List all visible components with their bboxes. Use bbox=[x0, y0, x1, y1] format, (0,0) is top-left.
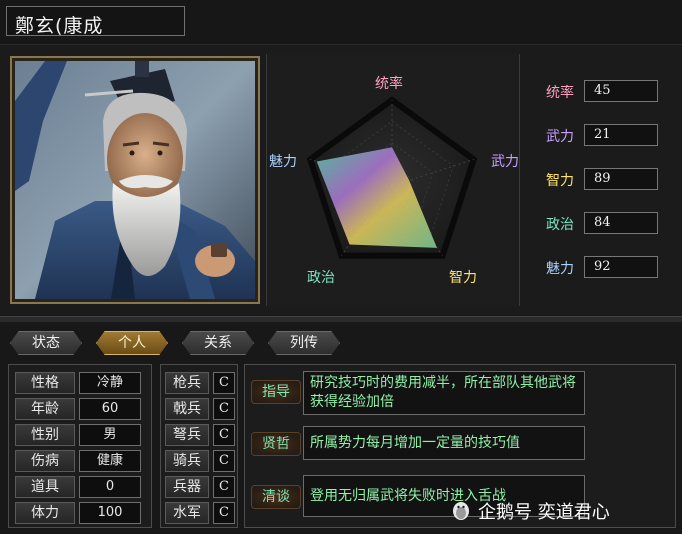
stat-label-leadership: 统率 bbox=[546, 85, 574, 101]
stat-value-leadership: 45 bbox=[584, 80, 658, 102]
personality-value: 冷静 bbox=[79, 372, 141, 394]
personal-info-box: 性格 冷静 年龄 60 性别 男 伤病 健康 道具 0 体力 100 bbox=[8, 364, 152, 528]
penguin-icon bbox=[453, 502, 469, 520]
tab-biography[interactable]: 列传 bbox=[268, 331, 340, 355]
skill-description: 所属势力每月增加一定量的技巧值 bbox=[303, 426, 585, 460]
injury-value: 健康 bbox=[79, 450, 141, 472]
gender-label: 性别 bbox=[15, 424, 75, 446]
age-value: 60 bbox=[79, 398, 141, 420]
navy-grade: C bbox=[213, 502, 235, 524]
items-value: 0 bbox=[79, 476, 141, 498]
personal-row: 年龄 60 bbox=[15, 398, 145, 420]
troop-row: 戟兵 C bbox=[165, 398, 235, 420]
stat-row-leadership: 统率 45 bbox=[528, 80, 676, 104]
gender-value: 男 bbox=[79, 424, 141, 446]
stamina-value: 100 bbox=[79, 502, 141, 524]
title-bar: 鄭玄(康成 bbox=[0, 0, 682, 45]
stat-value-charm: 92 bbox=[584, 256, 658, 278]
stat-row-war: 武力 21 bbox=[528, 124, 676, 148]
stat-value-war: 21 bbox=[584, 124, 658, 146]
troop-row: 兵器 C bbox=[165, 476, 235, 498]
troop-row: 骑兵 C bbox=[165, 450, 235, 472]
attribute-radar: 统率 武力 智力 政治 魅力 bbox=[266, 54, 520, 306]
items-label: 道具 bbox=[15, 476, 75, 498]
tab-personal[interactable]: 个人 bbox=[96, 331, 168, 355]
stat-row-charm: 魅力 92 bbox=[528, 256, 676, 280]
personal-row: 性格 冷静 bbox=[15, 372, 145, 394]
crossbow-label: 弩兵 bbox=[165, 424, 209, 446]
portrait-frame bbox=[10, 56, 260, 304]
troop-row: 枪兵 C bbox=[165, 372, 235, 394]
stat-label-charm: 魅力 bbox=[546, 261, 574, 277]
siege-grade: C bbox=[213, 476, 235, 498]
character-name: 鄭玄(康成 bbox=[15, 15, 104, 37]
watermark: 企鹅号 奕道君心 bbox=[450, 495, 680, 525]
stat-label-politics: 政治 bbox=[546, 217, 574, 233]
spear-grade: C bbox=[213, 372, 235, 394]
siege-label: 兵器 bbox=[165, 476, 209, 498]
skill-description: 研究技巧时的费用减半，所在部队其他武将获得经验加倍 bbox=[303, 371, 585, 415]
stat-value-intelligence: 89 bbox=[584, 168, 658, 190]
stat-value-politics: 84 bbox=[584, 212, 658, 234]
personality-label: 性格 bbox=[15, 372, 75, 394]
halberd-grade: C bbox=[213, 398, 235, 420]
personal-row: 性别 男 bbox=[15, 424, 145, 446]
stat-row-politics: 政治 84 bbox=[528, 212, 676, 236]
stat-label-war: 武力 bbox=[546, 129, 574, 145]
spear-label: 枪兵 bbox=[165, 372, 209, 394]
character-portrait bbox=[15, 61, 255, 299]
radar-label-intelligence: 智力 bbox=[449, 270, 477, 286]
halberd-label: 戟兵 bbox=[165, 398, 209, 420]
radar-label-leadership: 统率 bbox=[375, 75, 403, 92]
skill-name[interactable]: 指导 bbox=[251, 380, 301, 404]
character-name-box: 鄭玄(康成 bbox=[6, 6, 185, 37]
injury-label: 伤病 bbox=[15, 450, 75, 472]
personal-row: 体力 100 bbox=[15, 502, 145, 524]
radar-label-war: 武力 bbox=[491, 154, 519, 170]
skill-name[interactable]: 清谈 bbox=[251, 485, 301, 509]
cavalry-label: 骑兵 bbox=[165, 450, 209, 472]
radar-label-charm: 魅力 bbox=[269, 154, 297, 170]
tab-status[interactable]: 状态 bbox=[10, 331, 82, 355]
stamina-label: 体力 bbox=[15, 502, 75, 524]
stat-row-intelligence: 智力 89 bbox=[528, 168, 676, 192]
stat-label-intelligence: 智力 bbox=[546, 173, 574, 189]
troop-row: 弩兵 C bbox=[165, 424, 235, 446]
watermark-text: 企鹅号 奕道君心 bbox=[478, 502, 610, 523]
navy-label: 水军 bbox=[165, 502, 209, 524]
personal-row: 道具 0 bbox=[15, 476, 145, 498]
stats-panel: 统率 45 武力 21 智力 89 政治 84 魅力 92 bbox=[528, 54, 676, 306]
skill-name[interactable]: 贤哲 bbox=[251, 432, 301, 456]
troop-row: 水军 C bbox=[165, 502, 235, 524]
personal-row: 伤病 健康 bbox=[15, 450, 145, 472]
tab-relations[interactable]: 关系 bbox=[182, 331, 254, 355]
crossbow-grade: C bbox=[213, 424, 235, 446]
cavalry-grade: C bbox=[213, 450, 235, 472]
radar-label-politics: 政治 bbox=[307, 270, 335, 286]
troop-aptitude-box: 枪兵 C 戟兵 C 弩兵 C 骑兵 C 兵器 C 水军 C bbox=[160, 364, 238, 528]
age-label: 年龄 bbox=[15, 398, 75, 420]
